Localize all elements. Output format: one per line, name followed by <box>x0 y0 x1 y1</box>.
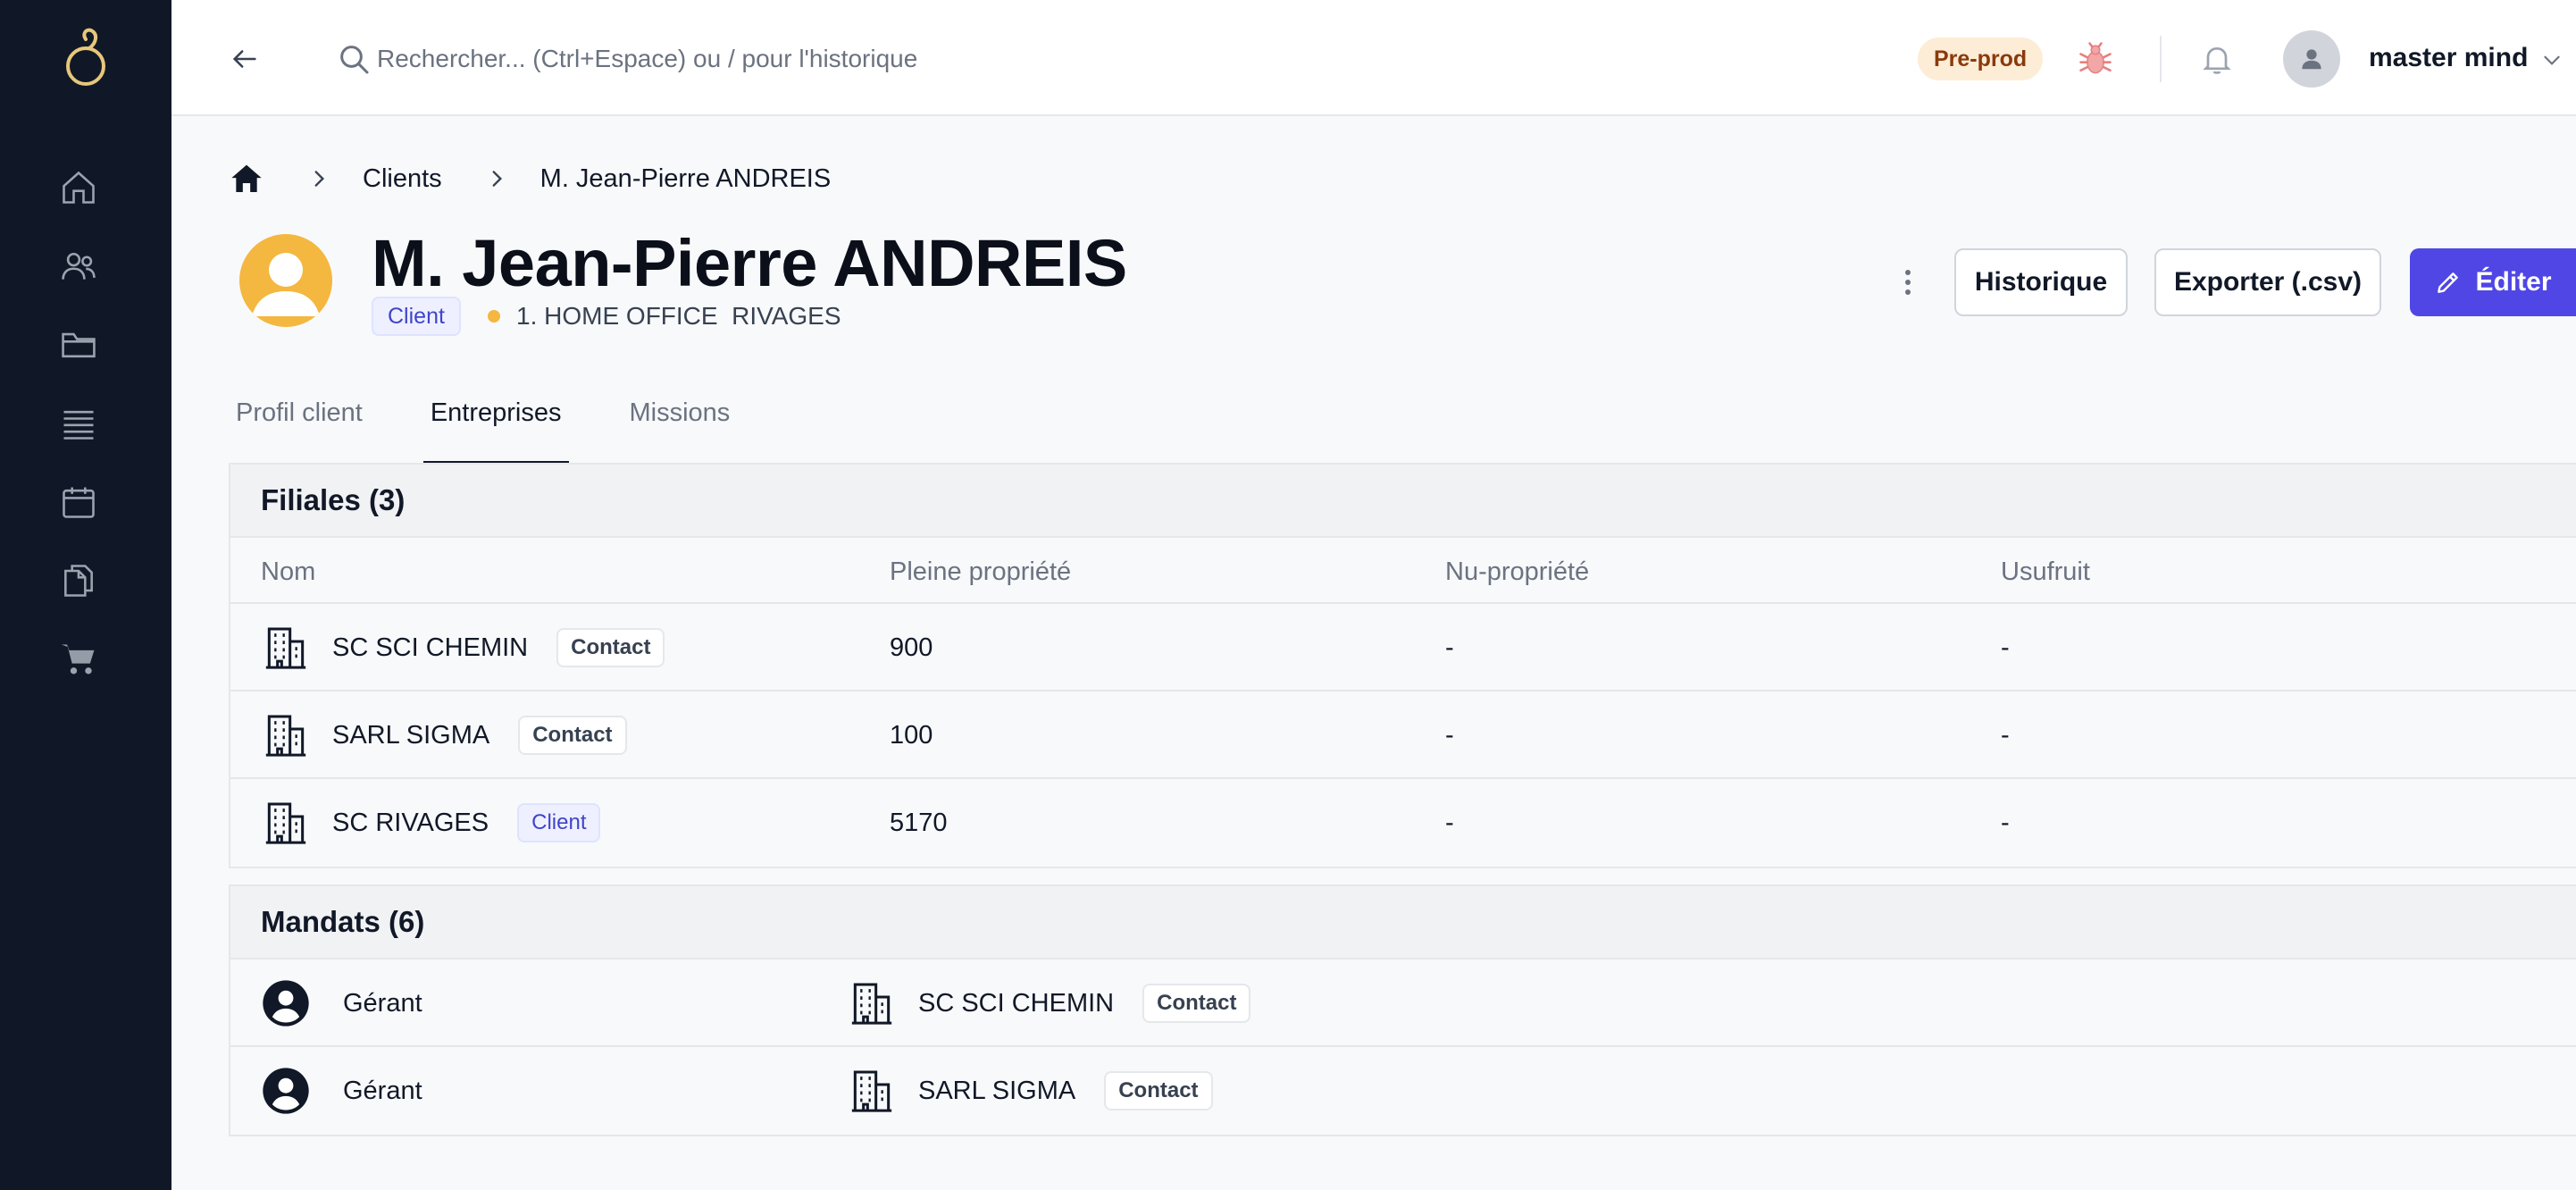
pleine-propriete-value: 100 <box>890 720 933 750</box>
tab-entreprises[interactable]: Entreprises <box>422 386 569 465</box>
contact-tag: Contact <box>556 628 665 667</box>
nav-home-icon[interactable] <box>54 163 104 213</box>
person-icon <box>263 980 309 1027</box>
building-icon <box>265 802 306 844</box>
nav-users-icon[interactable] <box>54 241 104 291</box>
app-logo[interactable] <box>57 27 114 91</box>
office-label: 1. HOME OFFICE RIVAGES <box>516 302 841 330</box>
nav-list-icon[interactable] <box>54 398 104 448</box>
contact-tag: Contact <box>518 716 627 755</box>
company-name[interactable]: SC SCI CHEMIN <box>918 989 1114 1018</box>
contact-tag: Contact <box>1104 1071 1213 1110</box>
page-title: M. Jean-Pierre ANDREIS <box>372 226 1127 300</box>
person-icon <box>263 1068 309 1114</box>
client-tag: Client <box>517 803 601 842</box>
edit-button-label: Éditer <box>2475 267 2552 297</box>
topbar-divider <box>2160 36 2162 82</box>
breadcrumb-current[interactable]: M. Jean-Pierre ANDREIS <box>540 164 832 194</box>
back-arrow-icon[interactable] <box>225 39 264 79</box>
building-icon <box>265 627 306 669</box>
company-name[interactable]: SARL SIGMA <box>332 721 489 750</box>
column-nu-propriete: Nu-propriété <box>1445 557 1590 586</box>
search-icon <box>340 46 369 74</box>
column-nom: Nom <box>261 557 316 586</box>
tab-profil-client[interactable]: Profil client <box>229 386 370 465</box>
mandats-title: Mandats (6) <box>230 886 2576 960</box>
filiales-title: Filiales (3) <box>230 465 2576 538</box>
client-avatar <box>239 234 332 327</box>
building-icon <box>851 1070 892 1112</box>
search-input[interactable] <box>377 34 1449 84</box>
more-options-icon[interactable] <box>1890 261 1926 304</box>
top-bar: Pre-prod master mind <box>171 0 2576 116</box>
table-row[interactable]: SC SCI CHEMIN Contact 900 - - <box>230 604 2576 691</box>
company-name[interactable]: SC RIVAGES <box>332 809 489 838</box>
mandat-role: Gérant <box>343 1076 422 1105</box>
contact-tag: Contact <box>1142 984 1251 1023</box>
nav-documents-icon[interactable] <box>54 556 104 606</box>
sidebar <box>0 0 171 1190</box>
column-usufruit: Usufruit <box>2001 557 2090 586</box>
breadcrumb-clients[interactable]: Clients <box>363 164 442 194</box>
table-row[interactable]: Gérant SARL SIGMA Contact <box>230 1047 2576 1135</box>
filiales-card: Filiales (3) Nom Pleine propriété Nu-pro… <box>229 463 2576 868</box>
company-name[interactable]: SC SCI CHEMIN <box>332 633 528 663</box>
building-icon <box>265 715 306 757</box>
table-row[interactable]: SARL SIGMA Contact 100 - - <box>230 691 2576 779</box>
building-icon <box>851 983 892 1025</box>
client-type-badge: Client <box>372 297 461 336</box>
column-pleine-propriete: Pleine propriété <box>890 557 1072 586</box>
environment-badge: Pre-prod <box>1918 38 2044 80</box>
chevron-right-icon <box>314 171 325 187</box>
company-name[interactable]: SARL SIGMA <box>918 1077 1075 1106</box>
bug-icon[interactable] <box>2076 39 2115 79</box>
nav-folder-icon[interactable] <box>54 320 104 370</box>
tab-missions[interactable]: Missions <box>623 386 738 465</box>
nu-propriete-value: - <box>1445 808 1454 837</box>
nav-cart-icon[interactable] <box>54 634 104 684</box>
nu-propriete-value: - <box>1445 720 1454 750</box>
tabs: Profil client Entreprises Missions <box>229 386 790 465</box>
status-dot <box>488 310 500 323</box>
mandats-card: Mandats (6) Gérant SC SCI CHEMIN Contact… <box>229 884 2576 1136</box>
edit-button[interactable]: Éditer <box>2410 248 2576 316</box>
usufruit-value: - <box>2001 808 2010 837</box>
breadcrumb: Clients M. Jean-Pierre ANDREIS <box>229 159 831 198</box>
table-row[interactable]: Gérant SC SCI CHEMIN Contact <box>230 960 2576 1047</box>
notification-bell-icon[interactable] <box>2199 41 2235 77</box>
pleine-propriete-value: 5170 <box>890 808 948 837</box>
nu-propriete-value: - <box>1445 633 1454 662</box>
export-csv-button[interactable]: Exporter (.csv) <box>2154 248 2381 316</box>
nav-calendar-icon[interactable] <box>54 477 104 527</box>
pencil-icon <box>2438 272 2459 293</box>
chevron-right-icon <box>492 171 502 187</box>
usufruit-value: - <box>2001 720 2010 750</box>
chevron-down-icon[interactable] <box>2540 48 2563 71</box>
filiales-columns: Nom Pleine propriété Nu-propriété Usufru… <box>230 538 2576 604</box>
pleine-propriete-value: 900 <box>890 633 933 662</box>
home-icon[interactable] <box>229 161 264 197</box>
mandat-role: Gérant <box>343 988 422 1018</box>
user-avatar[interactable] <box>2283 30 2340 88</box>
table-row[interactable]: SC RIVAGES Client 5170 - - <box>230 779 2576 867</box>
usufruit-value: - <box>2001 633 2010 662</box>
history-button[interactable]: Historique <box>1954 248 2128 316</box>
user-name[interactable]: master mind <box>2369 43 2528 73</box>
